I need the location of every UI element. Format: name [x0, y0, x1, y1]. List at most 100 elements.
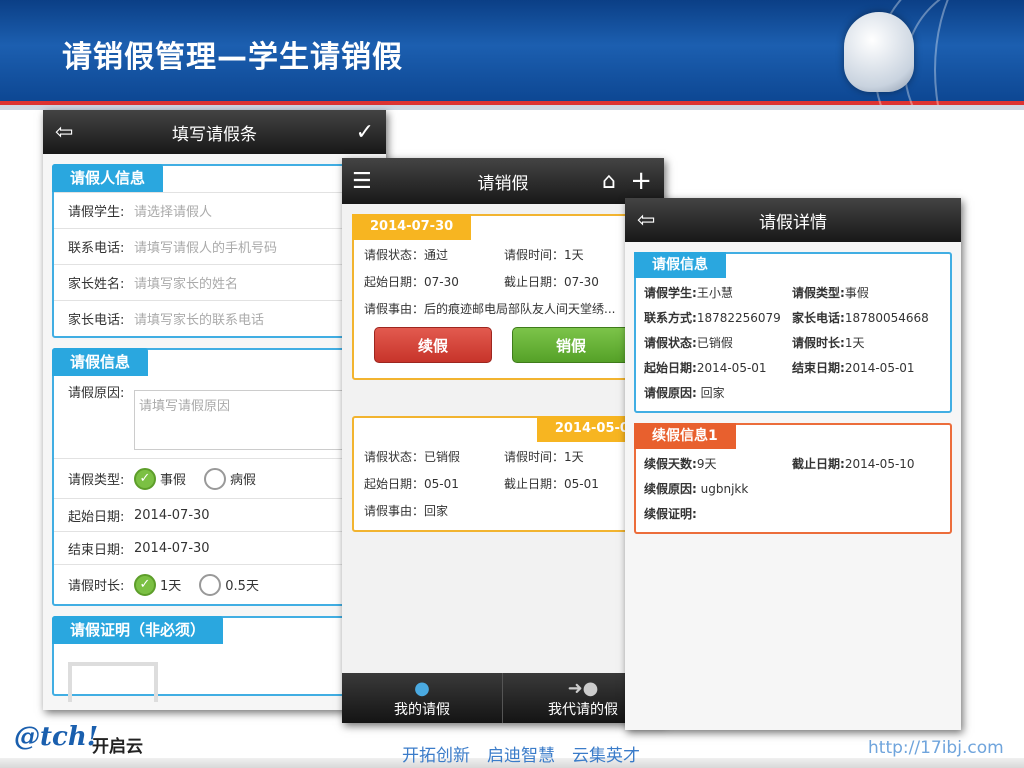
- brand-name: 开启云: [92, 737, 143, 757]
- field-label: 联系电话:: [68, 241, 125, 256]
- cancel-leave-button[interactable]: 销假: [512, 327, 630, 363]
- card-end: 截止日期：05-01: [504, 477, 599, 491]
- user-icon: ●: [414, 678, 430, 699]
- reason-placeholder: 请填写请假原因: [139, 399, 231, 414]
- detail-value: 王小慧: [696, 286, 733, 300]
- detail-value: 回家: [700, 386, 725, 400]
- nav-label: 我的请假: [394, 702, 450, 718]
- checked-icon: ✓: [134, 573, 156, 596]
- detail-value: 9天: [696, 457, 717, 471]
- duration-1-radio[interactable]: ✓ 1天: [134, 573, 182, 596]
- parent-name-input[interactable]: 请填写家长的姓名: [134, 273, 238, 292]
- menu-list-icon[interactable]: ☰: [352, 158, 372, 204]
- slide-title: 请销假管理—学生请销假: [62, 40, 403, 75]
- detail-value: 已销假: [696, 336, 733, 350]
- reason-row: 请假原因: 请填写请假原因 50: [54, 376, 375, 458]
- card-time: 请假时间：1天: [504, 450, 584, 464]
- applicant-section: 请假人信息 请假学生: 请选择请假人 联系电话: 请填写请假人的手机号码 家长姓名:…: [52, 164, 377, 338]
- field-label: 家长电话:: [68, 313, 125, 328]
- phone-input[interactable]: 请填写请假人的手机号码: [134, 237, 277, 256]
- slogan: 开拓创新 启迪智慧 云集英才: [402, 746, 640, 766]
- reason-label: 请假原因:: [68, 386, 125, 401]
- detail-label: 起始日期:: [644, 361, 697, 375]
- detail-value: 2014-05-10: [844, 457, 915, 471]
- leave-list-screen: ☰ 请销假 ⌂ + 2014-07-30 请假状态：通过 请假时间：1天 起始日期…: [342, 158, 664, 723]
- card-date: 2014-07-30: [352, 214, 472, 240]
- leave-card[interactable]: 2014-05-01 请假状态：已销假 请假时间：1天 起始日期：05-01 截止日…: [352, 416, 656, 532]
- student-row[interactable]: 请假学生: 请选择请假人: [54, 192, 375, 228]
- start-row[interactable]: 起始日期: 2014-07-30: [54, 498, 375, 531]
- parent-phone-input[interactable]: 请填写家长的联系电话: [134, 309, 264, 328]
- slide-header: 请销假管理—学生请销假: [0, 0, 1024, 110]
- duration-half-radio[interactable]: 0.5天: [199, 573, 259, 596]
- checked-icon: ✓: [134, 467, 156, 490]
- add-photo-placeholder[interactable]: [68, 662, 158, 702]
- brand-logo: @tch!: [14, 722, 99, 752]
- parent-name-row[interactable]: 家长姓名: 请填写家长的姓名: [54, 264, 375, 300]
- card-end: 截止日期：07-30: [504, 275, 599, 289]
- detail-value: 事假: [844, 286, 869, 300]
- detail-info-section: 请假信息 请假学生:王小慧 请假类型:事假 联系方式:18782256079 家长电…: [634, 252, 952, 413]
- card-reason: 请假事由：回家: [364, 504, 449, 518]
- phone-row[interactable]: 联系电话: 请填写请假人的手机号码: [54, 228, 375, 264]
- detail-label: 请假时长:: [792, 336, 845, 350]
- detail-label: 续假原因:: [644, 482, 697, 496]
- detail-label: 联系方式:: [644, 311, 697, 325]
- mouse-graphic: [844, 12, 914, 92]
- leave-info-section: 请假信息 请假原因: 请填写请假原因 50 请假类型: ✓ 事假 病假 起始日期:…: [52, 348, 377, 606]
- detail-value: ugbnjkk: [700, 482, 749, 496]
- card-status: 请假状态：已销假: [364, 450, 461, 464]
- reason-textarea[interactable]: 请填写请假原因: [134, 390, 344, 450]
- detail-label: 续假天数:: [644, 457, 697, 471]
- detail-label: 请假类型:: [792, 286, 845, 300]
- duration-row: 请假时长: ✓ 1天 0.5天: [54, 564, 375, 604]
- leave-info-tab: 请假信息: [52, 348, 149, 376]
- card-time: 请假时间：1天: [504, 248, 584, 262]
- site-url[interactable]: http://17ibj.com: [868, 738, 1004, 758]
- leave-card[interactable]: 2014-07-30 请假状态：通过 请假时间：1天 起始日期：07-30 截止日期…: [352, 214, 656, 380]
- unchecked-icon: [204, 467, 227, 490]
- detail-value: 2014-05-01: [844, 361, 915, 375]
- bottom-nav: ● 我的请假 ➜● 我代请的假: [342, 673, 664, 723]
- type-sick-radio[interactable]: 病假: [204, 467, 257, 490]
- radio-label: 0.5天: [225, 579, 259, 594]
- list-title: 请销假: [477, 173, 529, 194]
- card-status: 请假状态：通过: [364, 248, 449, 262]
- detail-label: 请假原因:: [644, 386, 697, 400]
- detail-label: 续假证明:: [644, 507, 697, 521]
- nav-my-leave[interactable]: ● 我的请假: [342, 673, 503, 723]
- card-start: 起始日期：07-30: [364, 275, 459, 289]
- card-start: 起始日期：05-01: [364, 477, 459, 491]
- radio-label: 事假: [160, 473, 187, 488]
- applicant-tab: 请假人信息: [52, 164, 164, 192]
- radio-label: 1天: [160, 579, 182, 594]
- check-icon[interactable]: ✓: [356, 110, 374, 154]
- field-label: 家长姓名:: [68, 277, 125, 292]
- student-select[interactable]: 请选择请假人: [134, 201, 212, 220]
- type-label: 请假类型:: [68, 473, 125, 488]
- type-personal-radio[interactable]: ✓ 事假: [134, 467, 187, 490]
- extend-leave-button[interactable]: 续假: [374, 327, 492, 363]
- extension-tab: 续假信息1: [634, 423, 736, 449]
- start-value: 2014-07-30: [134, 507, 210, 523]
- detail-label: 家长电话:: [792, 311, 845, 325]
- parent-phone-row[interactable]: 家长电话: 请填写家长的联系电话: [54, 300, 375, 336]
- end-label: 结束日期:: [68, 542, 125, 558]
- detail-label: 结束日期:: [792, 361, 845, 375]
- radio-label: 病假: [230, 473, 257, 488]
- detail-label: 截止日期:: [792, 457, 845, 471]
- duration-label: 请假时长:: [68, 579, 125, 594]
- end-value: 2014-07-30: [134, 540, 210, 556]
- form-titlebar: ⇦ 填写请假条 ✓: [43, 110, 386, 154]
- form-title: 填写请假条: [172, 124, 257, 145]
- back-arrow-icon[interactable]: ⇦: [55, 110, 73, 154]
- type-row: 请假类型: ✓ 事假 病假: [54, 458, 375, 498]
- detail-titlebar: ⇦ 请假详情: [625, 198, 961, 242]
- home-icon[interactable]: ⌂: [602, 158, 616, 204]
- end-row[interactable]: 结束日期: 2014-07-30: [54, 531, 375, 564]
- back-arrow-icon[interactable]: ⇦: [637, 198, 655, 242]
- nav-label: 我代请的假: [548, 702, 618, 718]
- proof-section: 请假证明（非必须）: [52, 616, 377, 702]
- start-label: 起始日期:: [68, 509, 125, 525]
- detail-value: 18782256079: [696, 311, 781, 325]
